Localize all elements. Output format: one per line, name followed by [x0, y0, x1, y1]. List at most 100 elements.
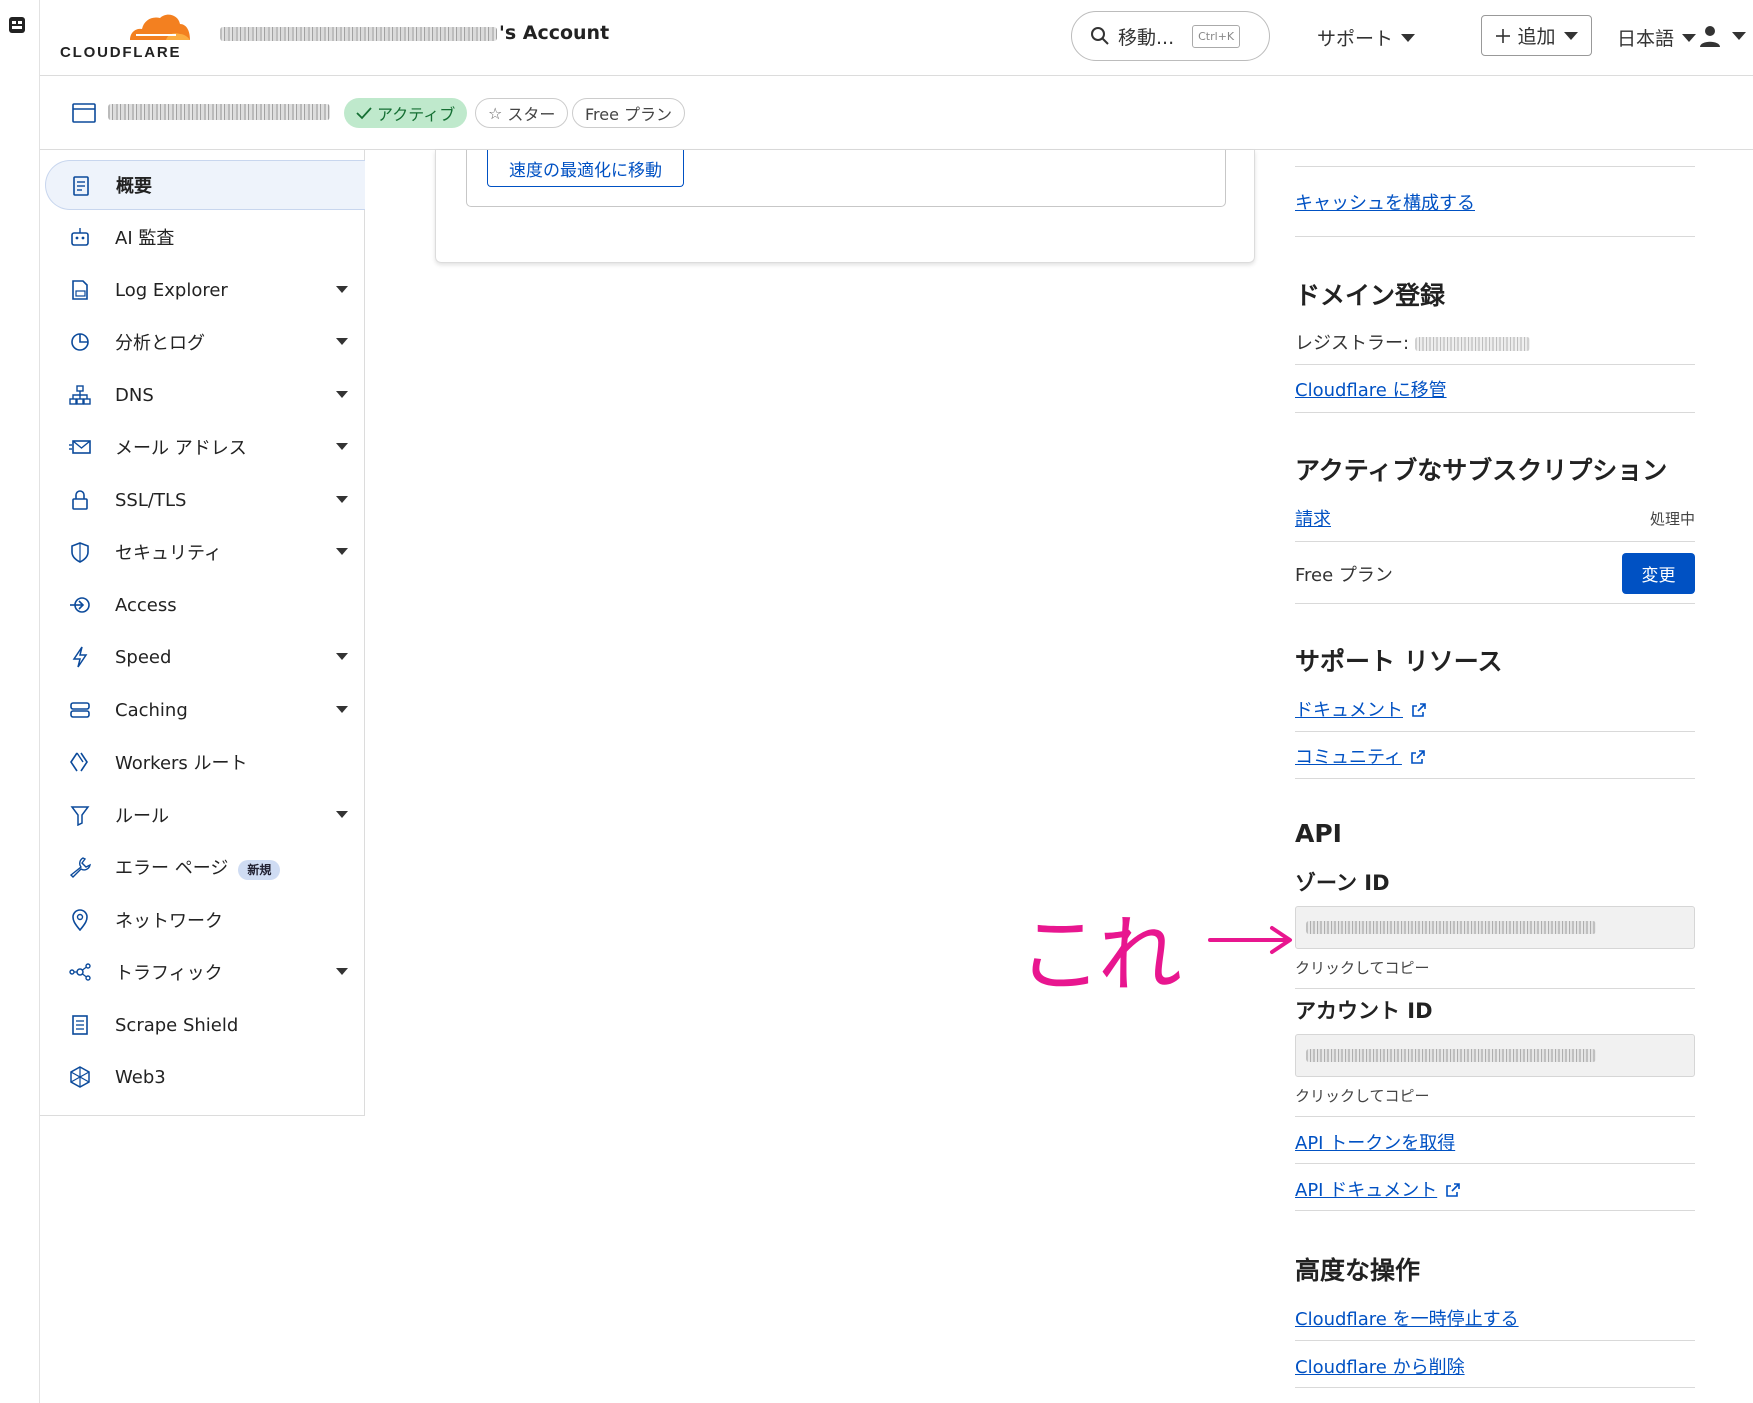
- registrar-label: レジストラー:: [1295, 333, 1415, 354]
- sidebar-item-email[interactable]: メール アドレス: [45, 422, 365, 472]
- language-menu[interactable]: 日本語: [1617, 24, 1697, 51]
- support-menu[interactable]: サポート: [1317, 24, 1416, 51]
- sidebar-item-network[interactable]: ネットワーク: [45, 895, 365, 945]
- workers-icon: [70, 752, 88, 772]
- sidebar-item-ssl-tls[interactable]: SSL/TLS: [45, 475, 365, 525]
- sidebar-item-label: ネットワーク: [115, 911, 223, 932]
- chevron-down-icon: [1563, 31, 1578, 40]
- redacted-account-id: [1306, 1049, 1596, 1062]
- plan-badge[interactable]: Free プラン: [572, 98, 686, 128]
- redacted-zone-name[interactable]: [108, 104, 330, 120]
- star-label: スター: [507, 105, 556, 124]
- account-id-field[interactable]: [1295, 1034, 1695, 1077]
- redacted-registrar: [1414, 337, 1530, 351]
- divider: [1295, 1387, 1695, 1388]
- chevron-down-icon: [1732, 32, 1746, 40]
- remove-from-cloudflare-link[interactable]: Cloudflare から削除: [1295, 1353, 1465, 1379]
- check-icon: [356, 107, 372, 120]
- chevron-down-icon: [1401, 33, 1416, 42]
- billing-link[interactable]: 請求: [1295, 505, 1331, 531]
- divider: [1295, 166, 1695, 167]
- documentation-link[interactable]: ドキュメント: [1295, 696, 1427, 722]
- account-id-copy-hint: クリックしてコピー: [1295, 1087, 1430, 1105]
- document-icon: [73, 176, 89, 196]
- add-button[interactable]: 追加: [1481, 15, 1592, 56]
- divider: [1295, 412, 1695, 413]
- lock-icon: [72, 490, 88, 510]
- sidebar-item-web3[interactable]: Web3: [45, 1052, 365, 1102]
- transfer-to-cloudflare-link[interactable]: Cloudflare に移管: [1295, 376, 1447, 402]
- zone-id-field[interactable]: [1295, 906, 1695, 949]
- network-tree-icon: [69, 385, 91, 405]
- sidebar-item-label: Caching: [115, 699, 188, 721]
- location-pin-icon: [72, 909, 88, 931]
- divider: [1295, 364, 1695, 365]
- sidebar-item-workers-routes[interactable]: Workers ルート: [45, 737, 365, 787]
- account-id-label: アカウント ID: [1295, 999, 1433, 1023]
- logo-text: CLOUDFLARE: [60, 44, 182, 61]
- lightning-icon: [72, 646, 88, 668]
- redacted-account-owner: [220, 26, 497, 41]
- sidebar-item-access[interactable]: Access: [45, 580, 365, 630]
- sidebar-item-label: メール アドレス: [115, 438, 247, 459]
- sidebar-item-error-pages[interactable]: エラー ページ 新規: [45, 842, 365, 892]
- chevron-down-icon: [336, 653, 348, 660]
- chevron-down-icon: [336, 391, 348, 398]
- sidebar-item-dns[interactable]: DNS: [45, 370, 365, 420]
- sidebar-item-security[interactable]: セキュリティ: [45, 527, 365, 577]
- language-label: 日本語: [1617, 28, 1675, 50]
- cloudflare-logo[interactable]: CLOUDFLARE: [60, 10, 200, 61]
- search-icon: [1091, 27, 1109, 45]
- divider: [1295, 1210, 1695, 1211]
- sidebar-item-analytics[interactable]: 分析とログ: [45, 317, 365, 367]
- community-link[interactable]: コミュニティ: [1295, 743, 1426, 769]
- sidebar-item-label: Scrape Shield: [115, 1014, 239, 1036]
- share-nodes-icon: [69, 963, 91, 981]
- sidebar-item-label: 概要: [116, 176, 152, 197]
- sidebar-item-caching[interactable]: Caching: [45, 685, 365, 735]
- search-label: 移動...: [1118, 26, 1175, 49]
- active-subscriptions-heading: アクティブなサブスクリプション: [1295, 456, 1668, 485]
- change-plan-button[interactable]: 変更: [1622, 553, 1695, 594]
- divider: [1295, 236, 1695, 237]
- sidebar-item-log-explorer[interactable]: Log Explorer: [45, 265, 365, 315]
- support-resources-heading: サポート リソース: [1295, 647, 1503, 676]
- chevron-down-icon: [336, 286, 348, 293]
- api-docs-link[interactable]: API ドキュメント: [1295, 1176, 1461, 1202]
- star-button[interactable]: ☆ スター: [475, 98, 569, 128]
- divider: [1295, 603, 1695, 604]
- chevron-down-icon: [336, 548, 348, 555]
- registrar-row: レジストラー:: [1295, 329, 1530, 355]
- app-switcher-icon[interactable]: [8, 16, 26, 34]
- sidebar-item-label: AI 監査: [115, 228, 175, 249]
- zone-id-label: ゾーン ID: [1295, 871, 1390, 895]
- sidebar-item-speed[interactable]: Speed: [45, 632, 365, 682]
- pause-cloudflare-link[interactable]: Cloudflare を一時停止する: [1295, 1305, 1519, 1331]
- web3-cube-icon: [70, 1066, 90, 1088]
- sidebar-item-ai-audit[interactable]: AI 監査: [45, 212, 365, 262]
- sidebar-item-label: セキュリティ: [115, 543, 222, 564]
- api-docs-link-text: API ドキュメント: [1295, 1180, 1438, 1201]
- chevron-down-icon: [336, 338, 348, 345]
- zone-bar: アクティブ ☆ スター Free プラン: [40, 77, 1753, 150]
- sidebar-item-scrape-shield[interactable]: Scrape Shield: [45, 1000, 365, 1050]
- account-name[interactable]: 's Account: [220, 22, 609, 44]
- sidebar-item-traffic[interactable]: トラフィック: [45, 947, 365, 997]
- get-api-token-link[interactable]: API トークンを取得: [1295, 1129, 1455, 1155]
- external-link-icon: [1411, 750, 1425, 764]
- chevron-down-icon: [336, 496, 348, 503]
- speed-optimization-button[interactable]: 速度の最適化に移動: [487, 150, 684, 187]
- community-link-text: コミュニティ: [1295, 747, 1402, 768]
- sidebar-item-label: エラー ページ 新規: [115, 854, 281, 880]
- sidebar-item-overview[interactable]: 概要: [45, 160, 365, 210]
- server-stack-icon: [70, 702, 90, 718]
- user-icon: [1700, 26, 1720, 47]
- sidebar-item-label: Web3: [115, 1066, 166, 1088]
- search-shortcut: Ctrl+K: [1192, 24, 1241, 48]
- user-menu[interactable]: [1698, 22, 1748, 52]
- configure-cache-link[interactable]: キャッシュを構成する: [1295, 189, 1475, 215]
- sidebar-item-rules[interactable]: ルール: [45, 790, 365, 840]
- search-button[interactable]: 移動... Ctrl+K: [1071, 11, 1270, 61]
- zone-id-copy-hint: クリックしてコピー: [1295, 959, 1430, 977]
- add-label: 追加: [1517, 26, 1556, 48]
